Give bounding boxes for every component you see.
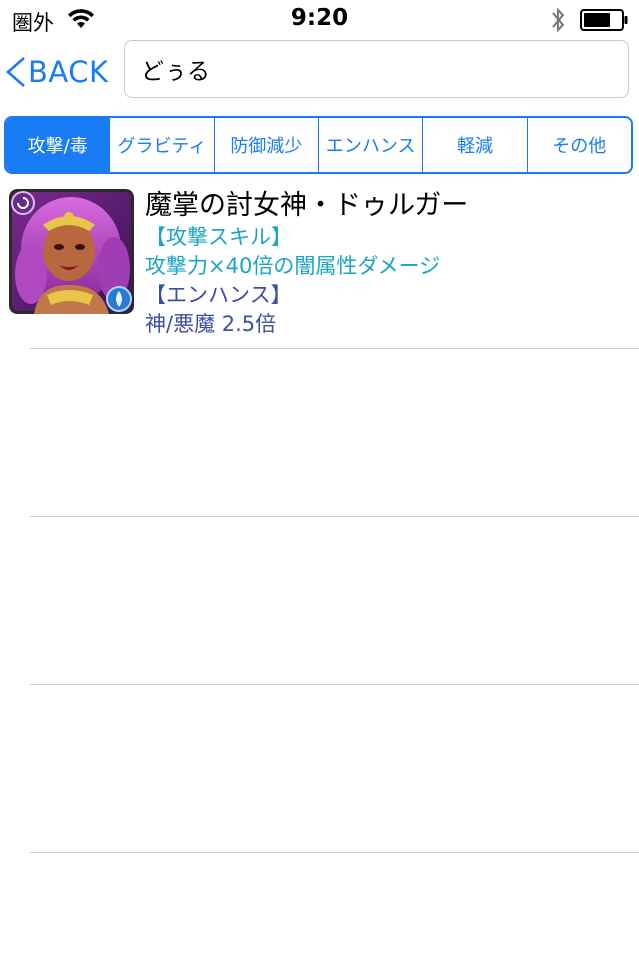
- segment-gravity[interactable]: グラビティ: [109, 118, 213, 172]
- bluetooth-icon: [552, 7, 565, 33]
- skill-category-segmented-control: 攻撃/毒 グラビティ 防御減少 エンハンス 軽減 その他: [4, 116, 633, 174]
- segment-enhance[interactable]: エンハンス: [317, 118, 422, 172]
- status-time: 9:20: [290, 5, 349, 31]
- segment-other[interactable]: その他: [526, 118, 631, 172]
- battery-icon: [580, 9, 628, 31]
- back-button[interactable]: BACK: [4, 52, 109, 92]
- list-item[interactable]: 魔掌の討女神・ドゥルガー 【攻撃スキル】 攻撃力×40倍の闇属性ダメージ 【エン…: [0, 181, 639, 349]
- monster-portrait-icon: [9, 189, 134, 314]
- status-bar: 圏外 9:20: [0, 0, 639, 40]
- results-list: 魔掌の討女神・ドゥルガー 【攻撃スキル】 攻撃力×40倍の闇属性ダメージ 【エン…: [0, 181, 639, 853]
- monster-name: 魔掌の討女神・ドゥルガー: [145, 190, 469, 221]
- enhance-description: 神/悪魔 2.5倍: [145, 312, 277, 336]
- skill-header: 【攻撃スキル】: [145, 225, 292, 249]
- result-text: 魔掌の討女神・ドゥルガー 【攻撃スキル】 攻撃力×40倍の闇属性ダメージ 【エン…: [145, 189, 635, 339]
- search-box[interactable]: [124, 40, 629, 98]
- segment-defense-down[interactable]: 防御減少: [213, 118, 318, 172]
- search-input[interactable]: [141, 56, 612, 82]
- empty-row: [0, 349, 639, 517]
- empty-row: [0, 685, 639, 853]
- segment-damage-reduction[interactable]: 軽減: [422, 118, 526, 172]
- chevron-left-icon: [6, 57, 25, 87]
- empty-row: [0, 517, 639, 685]
- segment-attack-poison[interactable]: 攻撃/毒: [6, 118, 110, 172]
- enhance-header: 【エンハンス】: [145, 283, 292, 307]
- back-label: BACK: [28, 55, 109, 89]
- row-separator: [30, 852, 639, 853]
- skill-description: 攻撃力×40倍の闇属性ダメージ: [145, 254, 441, 278]
